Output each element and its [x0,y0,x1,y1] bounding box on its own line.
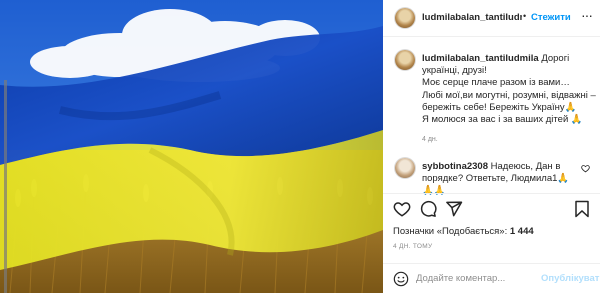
caption-line: Любі мої,ви могутні, розумні, відважні –… [422,89,596,113]
post-panel: ludmilabalan_tantiludmila • Стежити ··· … [383,0,600,293]
caption-line: Моє серце плаче разом із вами… [422,77,570,89]
caption-author-username[interactable]: ludmilabalan_tantiludmila [422,53,539,64]
author-username[interactable]: ludmilabalan_tantiludmila [422,12,522,23]
caption-time: 4 дн. [422,136,438,143]
more-horizontal-icon[interactable]: ··· [581,7,593,23]
likes-number: 1 444 [509,226,534,237]
emoji-icon[interactable] [393,271,409,287]
separator-dot: • [523,11,527,21]
ukrainian-flag-over-wheat-field-image [0,0,383,293]
caption-line: Я молюся за вас і за ваших дітей 🙏 [422,114,583,126]
share-icon[interactable] [445,200,463,218]
publish-button[interactable]: Опублікувати [541,273,600,284]
divider [383,193,600,194]
post-header: ludmilabalan_tantiludmila • Стежити ··· [383,0,600,37]
follow-button[interactable]: Стежити [531,12,571,23]
commenter-avatar[interactable] [395,158,415,178]
caption-body: ludmilabalan_tantiludmila Дорогі українц… [422,53,597,126]
post-timestamp: 4 ДН. ТОМУ [393,243,433,250]
likes-label: Позначки «Подобається»: [393,226,508,237]
add-comment-bar: Опублікувати [383,263,600,294]
comment-input[interactable] [416,270,536,286]
author-avatar[interactable] [395,8,415,28]
post-image[interactable] [0,0,383,293]
caption-author-avatar[interactable] [395,50,415,70]
comment-icon[interactable] [419,200,437,218]
heart-icon[interactable] [393,200,411,218]
action-bar [383,198,600,222]
likes-count[interactable]: Позначки «Подобається»: 1 444 [393,226,534,237]
comment-like-heart-icon[interactable] [581,164,590,173]
bookmark-icon[interactable] [573,200,591,218]
commenter-username[interactable]: sybbotina2308 [422,161,488,172]
